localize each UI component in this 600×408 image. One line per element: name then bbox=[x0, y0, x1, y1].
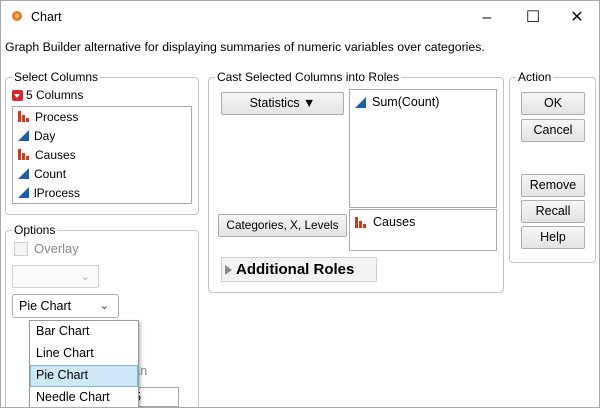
role-entry-causes[interactable]: Causes bbox=[355, 215, 415, 229]
chart-dialog-window: Chart – ☐ ✕ Graph Builder alternative fo… bbox=[0, 0, 600, 408]
ok-button[interactable]: OK bbox=[521, 92, 585, 115]
dropdown-item-needle-chart[interactable]: Needle Chart bbox=[30, 387, 138, 407]
options-legend: Options bbox=[12, 223, 58, 237]
chart-type-select[interactable]: Pie Chart ⌄ bbox=[12, 294, 119, 318]
column-item-causes[interactable]: Causes bbox=[13, 145, 191, 164]
window-title: Chart bbox=[31, 10, 62, 24]
select-columns-legend: Select Columns bbox=[12, 70, 101, 84]
recall-button[interactable]: Recall bbox=[521, 200, 585, 223]
dropdown-item-pie-chart[interactable]: Pie Chart bbox=[30, 365, 138, 387]
column-listbox[interactable]: Process Day Causes Count lProcess bbox=[12, 106, 192, 204]
close-button[interactable]: ✕ bbox=[557, 3, 597, 33]
column-item-lprocess[interactable]: lProcess bbox=[13, 183, 191, 202]
column-item-day[interactable]: Day bbox=[13, 126, 191, 145]
additional-roles-outline[interactable]: Additional Roles bbox=[221, 257, 377, 282]
continuous-icon bbox=[18, 168, 29, 179]
title-bar[interactable]: Chart – ☐ ✕ bbox=[1, 1, 599, 35]
dropdown-item-line-chart[interactable]: Line Chart bbox=[30, 343, 138, 365]
column-item-count[interactable]: Count bbox=[13, 164, 191, 183]
disclosure-triangle-icon[interactable] bbox=[225, 264, 232, 275]
column-count-label: 5 Columns bbox=[26, 88, 84, 102]
column-label: Causes bbox=[35, 147, 76, 162]
column-label: Process bbox=[35, 109, 79, 124]
column-label: Day bbox=[34, 128, 56, 143]
continuous-icon bbox=[18, 187, 29, 198]
column-label: Count bbox=[34, 166, 67, 181]
column-label: lProcess bbox=[34, 185, 81, 200]
chevron-down-icon: ⌄ bbox=[99, 300, 109, 312]
categories-role-box[interactable]: Causes bbox=[349, 209, 497, 251]
nominal-icon bbox=[355, 216, 367, 228]
dialog-description: Graph Builder alternative for displaying… bbox=[5, 40, 485, 54]
disabled-combobox: ⌄ bbox=[12, 265, 99, 288]
continuous-icon bbox=[18, 130, 29, 141]
overlay-checkbox bbox=[14, 241, 28, 256]
column-count-menu[interactable]: 5 Columns bbox=[12, 88, 83, 102]
cancel-button[interactable]: Cancel bbox=[521, 119, 585, 142]
dropdown-item-bar-chart[interactable]: Bar Chart bbox=[30, 321, 138, 343]
chart-type-dropdown-list[interactable]: Bar Chart Line Chart Pie Chart Needle Ch… bbox=[29, 320, 139, 407]
cast-roles-group: Cast Selected Columns into Roles Statist… bbox=[208, 70, 504, 293]
additional-roles-label: Additional Roles bbox=[236, 261, 355, 278]
maximize-button[interactable]: ☐ bbox=[513, 3, 553, 33]
overlay-option: Overlay bbox=[14, 241, 79, 256]
help-button[interactable]: Help bbox=[521, 226, 585, 249]
column-item-process[interactable]: Process bbox=[13, 107, 191, 126]
role-entry-label: Causes bbox=[373, 215, 416, 229]
red-triangle-menu-icon[interactable] bbox=[12, 89, 23, 101]
statistics-button[interactable]: Statistics ▼ bbox=[221, 92, 344, 115]
cast-roles-legend: Cast Selected Columns into Roles bbox=[215, 70, 402, 84]
continuous-icon bbox=[355, 96, 366, 108]
action-legend: Action bbox=[516, 70, 554, 84]
chart-type-selected: Pie Chart bbox=[19, 299, 72, 313]
jmp-app-icon bbox=[12, 11, 22, 21]
nominal-icon bbox=[18, 149, 30, 160]
action-group: Action OK Cancel Remove Recall Help bbox=[509, 70, 596, 263]
chevron-down-icon: ⌄ bbox=[80, 271, 90, 283]
minimize-button[interactable]: – bbox=[467, 3, 507, 33]
role-entry-label: Sum(Count) bbox=[372, 95, 440, 109]
role-entry-sum-count[interactable]: Sum(Count) bbox=[355, 95, 439, 109]
remove-button[interactable]: Remove bbox=[521, 174, 585, 197]
categories-button[interactable]: Categories, X, Levels bbox=[218, 214, 347, 237]
nominal-icon bbox=[18, 111, 30, 122]
statistics-role-box[interactable]: Sum(Count) bbox=[349, 89, 497, 208]
overlay-label: Overlay bbox=[34, 241, 79, 256]
select-columns-group: Select Columns 5 Columns Process Day Cau… bbox=[5, 70, 199, 215]
